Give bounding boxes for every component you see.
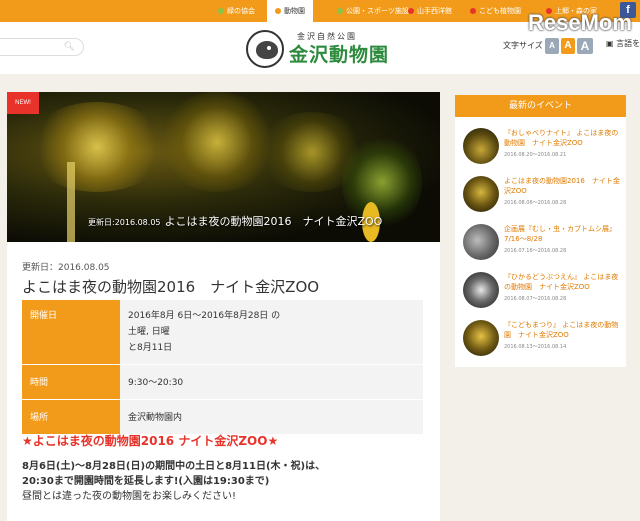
info-key: 時間 xyxy=(22,365,120,400)
nav-tab-yamate-western-houses[interactable]: 山手西洋館 xyxy=(408,0,452,22)
bullet-icon xyxy=(218,8,224,14)
lit-tree xyxy=(27,102,167,192)
table-row: 場所 金沢動物園内 xyxy=(22,400,423,435)
event-item[interactable]: よこはま夜の動物園2016 ナイト金沢ZOO 2016.08.06～2016.0… xyxy=(463,176,623,220)
event-title-link[interactable]: 『ひかるどうぶつえん』 よこはま夜の動物園 ナイト金沢ZOO xyxy=(504,272,624,292)
nav-tab-label: 緑の協会 xyxy=(227,7,255,15)
event-title-link[interactable]: よこはま夜の動物園2016 ナイト金沢ZOO xyxy=(504,176,624,196)
nav-tab-label: 公園・スポーツ施設 xyxy=(346,7,409,15)
font-size-medium-button[interactable]: A xyxy=(561,38,575,54)
nav-tab-greenery-association[interactable]: 緑の協会 xyxy=(218,0,255,22)
info-line: 金沢動物園内 xyxy=(128,410,415,426)
event-item[interactable]: 『ひかるどうぶつえん』 よこはま夜の動物園 ナイト金沢ZOO 2016.08.0… xyxy=(463,272,623,316)
body-line: 8月6日(土)～8月28日(日)の期間中の土日と8月11日(木・祝)は、 xyxy=(22,459,325,474)
info-line: 2016年8月 6日～2016年8月28日 の xyxy=(128,308,415,324)
event-title-link[interactable]: 『こどもまつり』 よこはま夜の動物園 ナイト金沢ZOO xyxy=(504,320,624,340)
logo-title[interactable]: 金沢動物園 xyxy=(289,40,389,67)
info-line: 9:30～20:30 xyxy=(128,375,415,391)
font-size-large-button[interactable]: A xyxy=(577,38,593,54)
event-date: 2016.08.06～2016.08.28 xyxy=(504,199,566,206)
hero-date: 更新日:2016.08.05 xyxy=(88,218,161,227)
zoo-logo-emblem[interactable] xyxy=(246,30,284,68)
bullet-icon xyxy=(470,8,476,14)
language-label: 言語を xyxy=(616,39,640,48)
nav-tab-label: 山手西洋館 xyxy=(417,7,452,15)
article-body: 8月6日(土)～8月28日(日)の期間中の土日と8月11日(木・祝)は、 20:… xyxy=(22,459,325,504)
event-thumbnail[interactable] xyxy=(463,128,499,164)
language-selector[interactable]: ▣ 言語を xyxy=(606,38,640,49)
bullet-icon xyxy=(337,8,343,14)
table-row: 開催日 2016年8月 6日～2016年8月28日 の 土曜, 日曜 と8月11… xyxy=(22,300,423,365)
event-thumbnail[interactable] xyxy=(463,272,499,308)
event-date: 2016.08.07～2016.08.28 xyxy=(504,295,566,302)
bullet-icon xyxy=(275,8,281,14)
new-badge: NEW! xyxy=(7,92,39,114)
info-key: 場所 xyxy=(22,400,120,435)
event-thumbnail[interactable] xyxy=(463,224,499,260)
event-info-table: 開催日 2016年8月 6日～2016年8月28日 の 土曜, 日曜 と8月11… xyxy=(22,300,423,435)
info-value: 金沢動物園内 xyxy=(120,400,423,435)
article-updated-date: 更新日：2016.08.05 xyxy=(22,260,110,273)
resemom-watermark: ReseMom xyxy=(528,10,632,36)
font-size-label: 文字サイズ xyxy=(503,40,543,51)
latest-events-heading: 最新のイベント xyxy=(455,95,626,117)
event-item[interactable]: 『おしゃべりナイト』 よこはま夜の動物園 ナイト金沢ZOO 2016.08.20… xyxy=(463,128,623,172)
event-title-link[interactable]: 『おしゃべりナイト』 よこはま夜の動物園 ナイト金沢ZOO xyxy=(504,128,624,148)
hero-title: よこはま夜の動物園2016 ナイト金沢ZOO xyxy=(165,215,383,228)
event-item[interactable]: 企画展『むし・虫・カブトムシ展』 7/16～8/28 2016.07.16～20… xyxy=(463,224,623,268)
body-line: 20:30まで開園時間を延長します!(入園は19:30まで) xyxy=(22,474,325,489)
info-value: 9:30～20:30 xyxy=(120,365,423,400)
event-date: 2016.08.13～2016.08.14 xyxy=(504,343,566,350)
info-line: と8月11日 xyxy=(128,340,415,356)
nav-tab-kids-botanical-garden[interactable]: こども植物園 xyxy=(470,0,521,22)
nav-tab-label: こども植物園 xyxy=(479,7,521,15)
event-title-link[interactable]: 企画展『むし・虫・カブトムシ展』 7/16～8/28 xyxy=(504,224,624,244)
search-icon[interactable]: 🔍︎ xyxy=(64,42,75,52)
globe-icon: ▣ xyxy=(606,39,614,48)
hero-caption[interactable]: 更新日:2016.08.05 よこはま夜の動物園2016 ナイト金沢ZOO xyxy=(88,213,382,229)
body-line: 昼間とは違った夜の動物園をお楽しみください! xyxy=(22,489,325,504)
article-headline: ★よこはま夜の動物園2016 ナイト金沢ZOO★ xyxy=(22,432,278,449)
info-line: 土曜, 日曜 xyxy=(128,324,415,340)
nav-tab-zoo[interactable]: 動物園 xyxy=(267,0,313,24)
nav-tab-parks-sports[interactable]: 公園・スポーツ施設 xyxy=(337,0,409,22)
table-row: 時間 9:30～20:30 xyxy=(22,365,423,400)
page-title: よこはま夜の動物園2016 ナイト金沢ZOO xyxy=(22,276,319,297)
event-date: 2016.07.16～2016.08.28 xyxy=(504,247,566,254)
bullet-icon xyxy=(408,8,414,14)
logo-eye xyxy=(267,46,271,50)
info-value: 2016年8月 6日～2016年8月28日 の 土曜, 日曜 と8月11日 xyxy=(120,300,423,365)
logo-animal-icon xyxy=(256,41,278,59)
nav-tab-label: 動物園 xyxy=(284,7,305,15)
font-size-small-button[interactable]: A xyxy=(545,38,559,54)
lit-trunk xyxy=(67,162,75,242)
event-item[interactable]: 『こどもまつり』 よこはま夜の動物園 ナイト金沢ZOO 2016.08.13～2… xyxy=(463,320,623,364)
event-thumbnail[interactable] xyxy=(463,320,499,356)
info-key: 開催日 xyxy=(22,300,120,365)
event-thumbnail[interactable] xyxy=(463,176,499,212)
event-date: 2016.08.20～2016.08.21 xyxy=(504,151,566,158)
search-input[interactable]: 🔍︎ xyxy=(0,38,84,56)
